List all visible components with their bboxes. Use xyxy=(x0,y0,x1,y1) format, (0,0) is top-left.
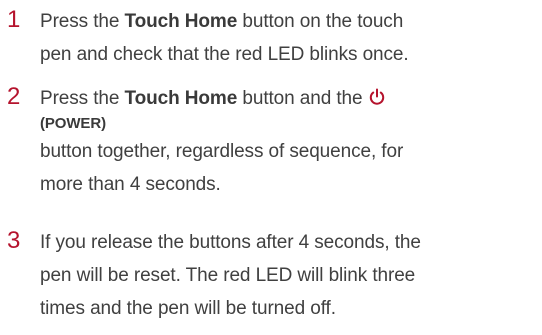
step-line: pen and check that the red LED blinks on… xyxy=(40,44,409,65)
step-line: more than 4 seconds. xyxy=(40,174,221,195)
text-segment: Press the xyxy=(40,11,125,32)
step-text: Press the Touch Home button on the touch… xyxy=(40,5,538,71)
step-text: Press the Touch Home button and the (POW… xyxy=(40,82,538,201)
step-line: Press the Touch Home button and the xyxy=(40,82,538,117)
step-line: If you release the buttons after 4 secon… xyxy=(40,232,421,253)
step-line: Press the Touch Home button on the touch xyxy=(40,5,538,38)
step-line: button together, regardless of sequence,… xyxy=(40,141,404,162)
step-number: 1 xyxy=(7,6,21,33)
text-segment: Press the xyxy=(40,88,125,109)
step-number: 2 xyxy=(7,83,21,110)
power-icon xyxy=(368,84,386,117)
step-line: pen will be reset. The red LED will blin… xyxy=(40,265,416,286)
touch-home-label: Touch Home xyxy=(124,11,238,32)
text-segment: button and the xyxy=(237,88,363,109)
step-text: If you release the buttons after 4 secon… xyxy=(40,226,538,325)
touch-home-label: Touch Home xyxy=(124,88,238,109)
text-segment: button on the touch xyxy=(237,11,404,32)
step-number: 3 xyxy=(7,227,21,254)
step-line: times and the pen will be turned off. xyxy=(40,298,336,319)
